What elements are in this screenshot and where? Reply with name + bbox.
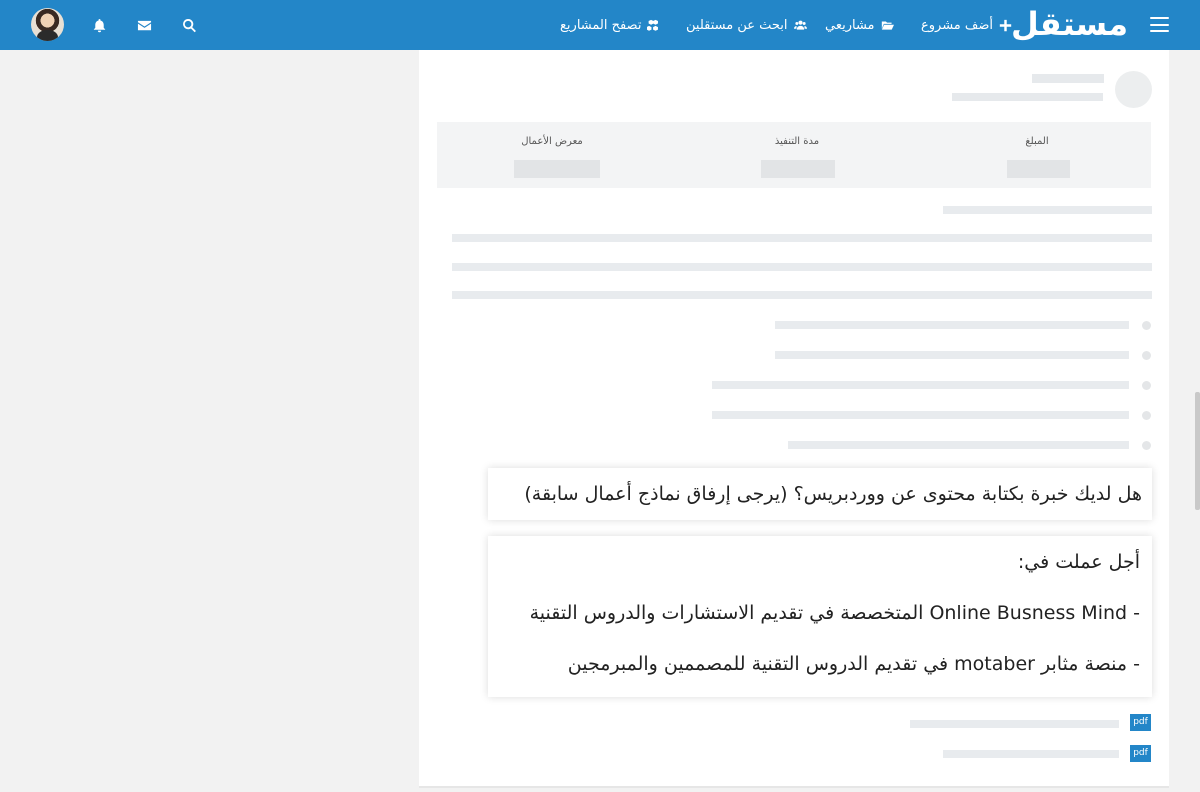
plus-icon <box>999 19 1012 31</box>
duration-placeholder <box>761 160 835 178</box>
nav-add-project-label: أضف مشروع <box>921 17 994 33</box>
nav-add-project[interactable]: أضف مشروع <box>921 0 1012 50</box>
question-card: هل لديك خبرة بكتابة محتوى عن ووردبريس؟ (… <box>488 468 1152 520</box>
nav-find-freelancers[interactable]: ابحث عن مستقلين <box>686 0 807 50</box>
users-icon <box>793 20 807 30</box>
answer-line-1: - Online Busness Mind المتخصصة في تقديم … <box>529 602 1140 624</box>
name-placeholder <box>1032 74 1104 83</box>
pdf-icon[interactable]: pdf <box>1130 745 1151 762</box>
menu-icon[interactable] <box>1150 17 1169 32</box>
bullet-dot <box>1142 321 1151 330</box>
bullet-line-placeholder <box>775 351 1129 359</box>
duration-label: مدة التنفيذ <box>774 136 820 147</box>
bullet-line-placeholder <box>712 381 1129 389</box>
answer-intro: أجل عملت في: <box>1017 551 1140 573</box>
attachment-name-placeholder[interactable] <box>943 750 1119 758</box>
bell-icon <box>93 18 105 32</box>
page-scrollbar[interactable] <box>1195 392 1200 510</box>
folder-open-icon <box>881 20 894 30</box>
budget-placeholder <box>1007 160 1070 178</box>
cubes-icon <box>647 19 659 31</box>
nav-find-freelancers-label: ابحث عن مستقلين <box>686 17 788 33</box>
answer-line-2: - منصة مثابر motaber في تقديم الدروس الت… <box>567 653 1140 675</box>
portfolio-placeholder <box>514 160 600 178</box>
description-line-placeholder <box>452 291 1152 299</box>
bullet-dot <box>1142 441 1151 450</box>
bullet-line-placeholder <box>788 441 1129 449</box>
nav-browse-projects-label: تصفح المشاريع <box>560 17 642 33</box>
project-meta-box <box>437 122 1151 188</box>
bullet-dot <box>1142 351 1151 360</box>
nav-my-projects-label: مشاريعي <box>825 17 875 33</box>
nav-my-projects[interactable]: مشاريعي <box>825 0 894 50</box>
description-line-placeholder <box>452 234 1152 242</box>
site-logo[interactable]: مستقل <box>1011 3 1128 45</box>
search-icon <box>182 18 196 32</box>
description-heading-placeholder <box>943 206 1152 214</box>
messages-button[interactable] <box>135 16 153 34</box>
search-button[interactable] <box>180 16 198 34</box>
budget-label: المبلغ <box>1025 136 1049 147</box>
attachment-name-placeholder[interactable] <box>910 720 1119 728</box>
portfolio-label: معرض الأعمال <box>521 136 583 147</box>
bullet-dot <box>1142 381 1151 390</box>
user-avatar[interactable] <box>31 8 64 41</box>
answer-card: أجل عملت في: - Online Busness Mind المتخ… <box>488 536 1152 697</box>
pdf-icon[interactable]: pdf <box>1130 714 1151 731</box>
bullet-dot <box>1142 411 1151 420</box>
subtitle-placeholder <box>952 93 1103 101</box>
bullet-line-placeholder <box>712 411 1129 419</box>
avatar-placeholder <box>1115 71 1152 108</box>
nav-browse-projects[interactable]: تصفح المشاريع <box>560 0 660 50</box>
envelope-icon <box>137 20 151 30</box>
top-navbar: مستقل أضف مشروع مشاريعي ابحث عن مستقلين … <box>0 0 1200 50</box>
bullet-line-placeholder <box>775 321 1129 329</box>
question-text: هل لديك خبرة بكتابة محتوى عن ووردبريس؟ (… <box>524 483 1142 505</box>
notifications-button[interactable] <box>90 16 108 34</box>
description-line-placeholder <box>452 263 1152 271</box>
